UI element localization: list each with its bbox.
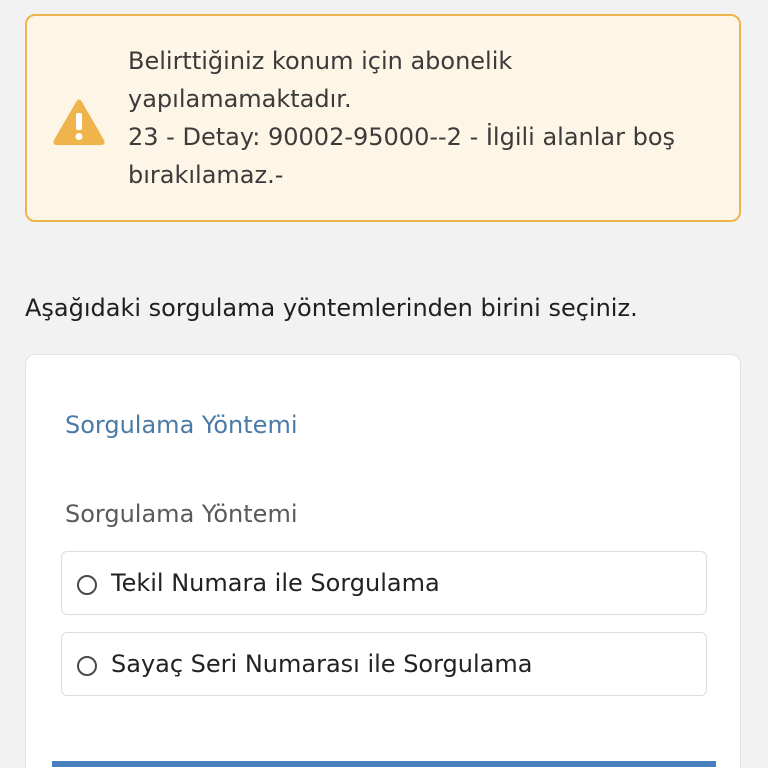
warning-alert: Belirttiğiniz konum için abonelik yapıla… (25, 14, 741, 222)
alert-message-line: yapılamamaktadır. (128, 85, 352, 113)
section-title: Sorgulama Yöntemi (65, 411, 298, 439)
alert-message-line: Belirttiğiniz konum için abonelik (128, 47, 513, 75)
radio-button[interactable] (77, 656, 97, 676)
warning-triangle-icon (53, 99, 105, 145)
radio-button[interactable] (77, 575, 97, 595)
alert-message: Belirttiğiniz konum için abonelik yapıla… (128, 42, 718, 194)
radio-option-tekil-numara[interactable]: Tekil Numara ile Sorgulama (61, 551, 707, 615)
query-method-card: Sorgulama Yöntemi Sorgulama Yöntemi Teki… (25, 354, 741, 768)
radio-option-label: Tekil Numara ile Sorgulama (111, 569, 440, 597)
primary-button-edge[interactable] (52, 761, 716, 767)
alert-message-line: bırakılamaz.- (128, 161, 284, 189)
field-label: Sorgulama Yöntemi (65, 500, 298, 528)
instruction-text: Aşağıdaki sorgulama yöntemlerinden birin… (25, 294, 638, 322)
radio-option-sayac-seri-numarasi[interactable]: Sayaç Seri Numarası ile Sorgulama (61, 632, 707, 696)
page: Belirttiğiniz konum için abonelik yapıla… (0, 0, 768, 768)
radio-option-label: Sayaç Seri Numarası ile Sorgulama (111, 650, 533, 678)
alert-message-line: 23 - Detay: 90002-95000--2 - İlgili alan… (128, 123, 676, 151)
